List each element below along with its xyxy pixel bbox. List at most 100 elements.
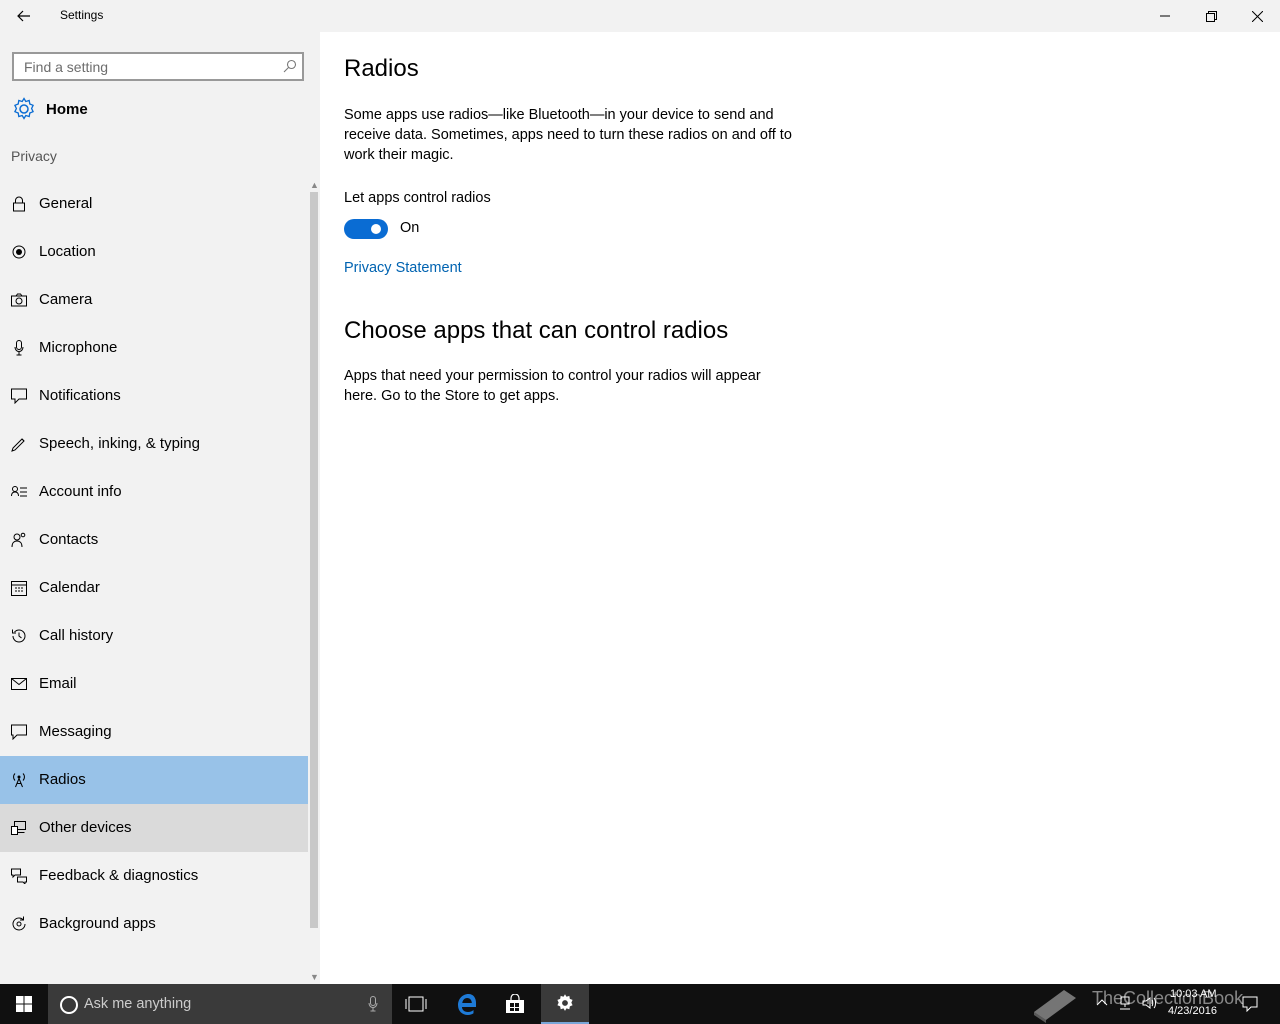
page-description: Some apps use radios—like Bluetooth—in y… (344, 107, 792, 163)
section-description: Apps that need your permission to contro… (344, 368, 761, 404)
sidebar-item-label: Feedback & diagnostics (39, 867, 199, 884)
sidebar-item-messaging[interactable]: Messaging (0, 708, 308, 756)
settings-taskbar-button[interactable] (541, 984, 589, 1024)
edge-icon (458, 994, 476, 1015)
home-label: Home (46, 100, 88, 118)
minimize-button[interactable] (1142, 0, 1188, 32)
sidebar-item-account-info[interactable]: Account info (0, 468, 308, 516)
search-placeholder: Find a setting (24, 59, 109, 75)
task-view-icon (405, 996, 427, 1012)
sidebar-item-label: Background apps (39, 915, 156, 932)
sidebar-item-label: Account info (39, 483, 122, 500)
scroll-thumb[interactable] (310, 192, 318, 928)
sidebar-item-microphone[interactable]: Microphone (0, 324, 308, 372)
sidebar-item-label: Microphone (39, 339, 118, 356)
speech-icon (11, 436, 27, 452)
sidebar-item-radios[interactable]: Radios (0, 756, 308, 804)
task-view-button[interactable] (392, 984, 440, 1024)
settings-gear-icon (557, 994, 573, 1011)
toggle-state: On (400, 220, 420, 236)
book-watermark-icon (1034, 990, 1076, 1023)
sidebar-item-label: General (39, 195, 93, 212)
search-icon (283, 59, 297, 73)
clock-time[interactable]: 10:03 AM (1170, 988, 1216, 1000)
other-devices-icon (11, 820, 27, 836)
messaging-icon (11, 724, 27, 740)
sidebar-item-label: Messaging (39, 723, 112, 740)
call-history-icon (11, 628, 27, 644)
section-label: Privacy (11, 148, 57, 164)
back-button[interactable] (10, 4, 38, 28)
sidebar-item-camera[interactable]: Camera (0, 276, 308, 324)
sidebar-item-label: Location (39, 243, 96, 260)
sidebar: Find a setting Home Privacy General Locat… (0, 32, 320, 984)
search-input[interactable]: Find a setting (12, 52, 304, 81)
sidebar-item-label: Calendar (39, 579, 100, 596)
start-button[interactable] (0, 984, 48, 1024)
sidebar-item-location[interactable]: Location (0, 228, 308, 276)
radios-icon (11, 772, 27, 788)
scroll-up-arrow-icon[interactable]: ▲ (310, 180, 319, 190)
store-button[interactable] (491, 984, 539, 1024)
radios-toggle[interactable] (344, 219, 388, 239)
location-icon (11, 244, 27, 260)
email-icon (11, 676, 27, 692)
network-icon[interactable] (1118, 996, 1132, 1010)
sidebar-item-contacts[interactable]: Contacts (0, 516, 308, 564)
sidebar-item-label: Notifications (39, 387, 121, 404)
action-center-icon[interactable] (1242, 996, 1258, 1012)
calendar-icon (11, 580, 27, 596)
microphone-icon[interactable] (368, 996, 378, 1012)
volume-icon[interactable] (1142, 996, 1158, 1010)
sidebar-item-label: Speech, inking, & typing (39, 435, 200, 452)
title-bar: Settings (0, 0, 1280, 32)
background-apps-icon (11, 916, 27, 932)
notifications-icon (11, 388, 27, 404)
windows-logo-icon (16, 996, 32, 1012)
restore-button[interactable] (1188, 0, 1234, 32)
close-button[interactable] (1234, 0, 1280, 32)
window-title: Settings (60, 8, 104, 22)
sidebar-item-background-apps[interactable]: Background apps (0, 900, 308, 948)
system-tray: TheCollectionBook 10:03 AM 4/23/2016 (1030, 984, 1280, 1024)
page-title: Radios (344, 55, 419, 82)
sidebar-item-call-history[interactable]: Call history (0, 612, 308, 660)
clock-date[interactable]: 4/23/2016 (1168, 1005, 1217, 1017)
store-icon (506, 994, 524, 1013)
scrollbar[interactable]: ▲ ▼ (308, 180, 320, 988)
sidebar-item-calendar[interactable]: Calendar (0, 564, 308, 612)
sidebar-item-email[interactable]: Email (0, 660, 308, 708)
contacts-icon (11, 532, 27, 548)
close-icon (1251, 10, 1263, 22)
privacy-nav: General Location Camera Microphone Notificat… (0, 180, 308, 948)
section-title: Choose apps that can control radios (344, 317, 729, 344)
cortana-search[interactable]: Ask me anything (48, 984, 392, 1024)
home-link[interactable]: Home (12, 96, 88, 122)
account-info-icon (11, 484, 27, 500)
privacy-statement-link[interactable]: Privacy Statement (344, 260, 462, 276)
scroll-down-arrow-icon[interactable]: ▼ (310, 972, 319, 982)
camera-icon (11, 292, 27, 308)
toggle-knob (371, 224, 381, 234)
chevron-up-icon[interactable] (1096, 998, 1108, 1006)
minimize-icon (1160, 15, 1170, 17)
sidebar-item-label: Contacts (39, 531, 99, 548)
sidebar-item-notifications[interactable]: Notifications (0, 372, 308, 420)
sidebar-item-label: Other devices (39, 819, 132, 836)
sidebar-item-label: Email (39, 675, 77, 692)
taskbar: Ask me anything TheCollectionBook 10:03 … (0, 984, 1280, 1024)
sidebar-item-label: Call history (39, 627, 114, 644)
cortana-icon (60, 996, 78, 1014)
microphone-icon (11, 340, 27, 356)
cortana-placeholder: Ask me anything (84, 996, 192, 1012)
sidebar-item-label: Camera (39, 291, 93, 308)
sidebar-item-general[interactable]: General (0, 180, 308, 228)
sidebar-item-speech-inking-typing[interactable]: Speech, inking, & typing (0, 420, 308, 468)
edge-button[interactable] (442, 984, 490, 1024)
lock-icon (11, 196, 27, 212)
sidebar-item-feedback-diagnostics[interactable]: Feedback & diagnostics (0, 852, 308, 900)
feedback-icon (11, 868, 27, 884)
back-arrow-icon (17, 10, 30, 22)
sidebar-item-other-devices[interactable]: Other devices (0, 804, 308, 852)
restore-icon (1205, 10, 1217, 22)
